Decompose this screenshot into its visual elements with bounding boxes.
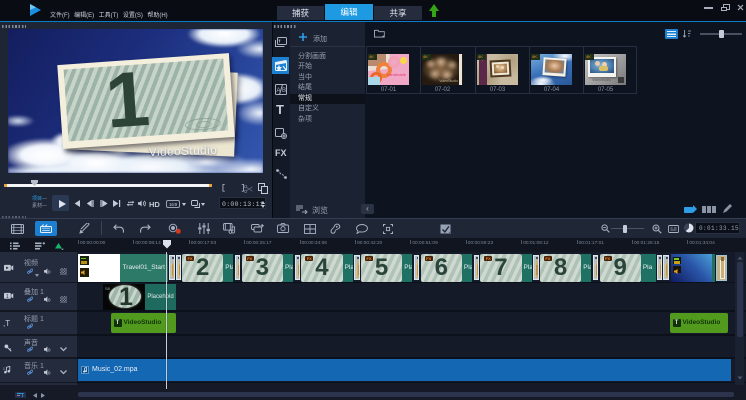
- svg-text:A: A: [277, 88, 281, 94]
- svg-text:0: 0: [48, 297, 51, 302]
- svg-text:0: 0: [48, 370, 51, 375]
- svg-text:0: 0: [48, 347, 51, 352]
- svg-text:0: 0: [48, 269, 51, 274]
- svg-text:1: 1: [6, 294, 9, 300]
- svg-text:1: 1: [3, 367, 5, 371]
- svg-text:B: B: [282, 88, 286, 94]
